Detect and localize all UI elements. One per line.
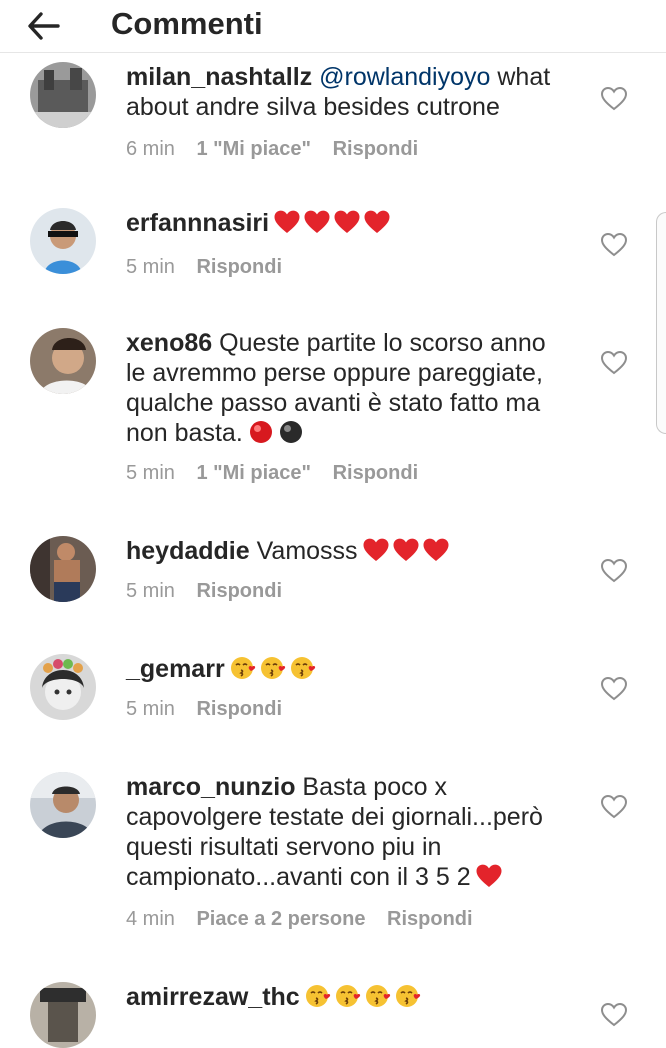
comment-text: _gemarr <box>126 654 566 684</box>
comment-likes[interactable]: Piace a 2 persone <box>196 908 365 930</box>
avatar[interactable] <box>30 62 96 128</box>
comment-time: 4 min <box>126 908 175 930</box>
emoji-group <box>229 655 317 681</box>
heart-outline-icon <box>600 794 628 819</box>
like-button[interactable] <box>600 350 628 376</box>
comment-text: erfannnasiri <box>126 208 566 238</box>
reply-button[interactable]: Rispondi <box>333 462 419 484</box>
comment-meta: 5 min Rispondi <box>126 256 298 279</box>
comment-username[interactable]: xeno86 <box>126 329 212 357</box>
red-heart-icon <box>363 538 389 561</box>
comment-username[interactable]: _gemarr <box>126 655 225 683</box>
reply-button[interactable]: Rispondi <box>196 580 282 602</box>
arrow-left-icon <box>28 12 60 40</box>
red-circle-icon <box>249 421 272 443</box>
avatar[interactable] <box>30 654 96 720</box>
comment-time: 5 min <box>126 698 175 720</box>
comment-text: heydaddie Vamosss <box>126 536 566 566</box>
avatar[interactable] <box>30 536 96 602</box>
emoji-group <box>475 863 503 889</box>
red-heart-icon <box>364 210 390 233</box>
comment-text: amirrezaw_thc <box>126 982 566 1012</box>
avatar[interactable] <box>30 982 96 1048</box>
comment-username[interactable]: erfannnasiri <box>126 209 269 237</box>
red-heart-icon <box>476 864 502 887</box>
comment-meta: 5 min 1 "Mi piace" Rispondi <box>126 462 434 485</box>
comment-meta: 5 min Rispondi <box>126 698 298 721</box>
red-heart-icon <box>393 538 419 561</box>
scrollbar[interactable] <box>656 212 666 434</box>
kissing-face-icon <box>335 985 360 1007</box>
avatar[interactable] <box>30 772 96 838</box>
heart-outline-icon <box>600 350 628 375</box>
reply-button[interactable]: Rispondi <box>333 138 419 160</box>
top-bar: Commenti <box>0 0 666 53</box>
comment-meta: 4 min Piace a 2 persone Rispondi <box>126 908 489 931</box>
page-title: Commenti <box>111 6 263 41</box>
kissing-face-icon <box>230 657 255 679</box>
like-button[interactable] <box>600 232 628 258</box>
comment-time: 5 min <box>126 580 175 602</box>
comment-username[interactable]: marco_nunzio <box>126 773 295 801</box>
comment-meta: 5 min Rispondi <box>126 580 298 603</box>
like-button[interactable] <box>600 86 628 112</box>
comment-mention[interactable]: @rowlandiyoyo <box>319 63 490 91</box>
like-button[interactable] <box>600 676 628 702</box>
reply-button[interactable]: Rispondi <box>387 908 473 930</box>
comment-meta: 6 min 1 "Mi piace" Rispondi <box>126 138 434 161</box>
avatar[interactable] <box>30 208 96 274</box>
comment-likes[interactable]: 1 "Mi piace" <box>196 138 311 160</box>
heart-outline-icon <box>600 558 628 583</box>
emoji-group <box>273 209 391 235</box>
heart-outline-icon <box>600 232 628 257</box>
emoji-group <box>247 419 305 445</box>
comment-text: xeno86 Queste partite lo scorso anno le … <box>126 328 566 448</box>
kissing-face-icon <box>305 985 330 1007</box>
comment-time: 6 min <box>126 138 175 160</box>
comment-username[interactable]: milan_nashtallz <box>126 63 312 91</box>
like-button[interactable] <box>600 558 628 584</box>
comment-time: 5 min <box>126 462 175 484</box>
kissing-face-icon <box>260 657 285 679</box>
emoji-group <box>304 983 422 1009</box>
red-heart-icon <box>334 210 360 233</box>
comment-text: marco_nunzio Basta poco x capovolgere te… <box>126 772 566 892</box>
black-circle-icon <box>279 421 302 443</box>
comment-likes[interactable]: 1 "Mi piace" <box>196 462 311 484</box>
avatar[interactable] <box>30 328 96 394</box>
comment-body: Vamosss <box>249 537 358 565</box>
back-button[interactable] <box>22 8 70 44</box>
red-heart-icon <box>423 538 449 561</box>
red-heart-icon <box>304 210 330 233</box>
red-heart-icon <box>274 210 300 233</box>
kissing-face-icon <box>365 985 390 1007</box>
reply-button[interactable]: Rispondi <box>196 256 282 278</box>
comment-text: milan_nashtallz @rowlandiyoyo what about… <box>126 62 566 122</box>
heart-outline-icon <box>600 86 628 111</box>
heart-outline-icon <box>600 676 628 701</box>
like-button[interactable] <box>600 1002 628 1028</box>
comment-username[interactable]: heydaddie <box>126 537 250 565</box>
kissing-face-icon <box>290 657 315 679</box>
comment-time: 5 min <box>126 256 175 278</box>
kissing-face-icon <box>395 985 420 1007</box>
reply-button[interactable]: Rispondi <box>196 698 282 720</box>
heart-outline-icon <box>600 1002 628 1027</box>
emoji-group <box>362 537 450 563</box>
like-button[interactable] <box>600 794 628 820</box>
comment-username[interactable]: amirrezaw_thc <box>126 983 300 1011</box>
